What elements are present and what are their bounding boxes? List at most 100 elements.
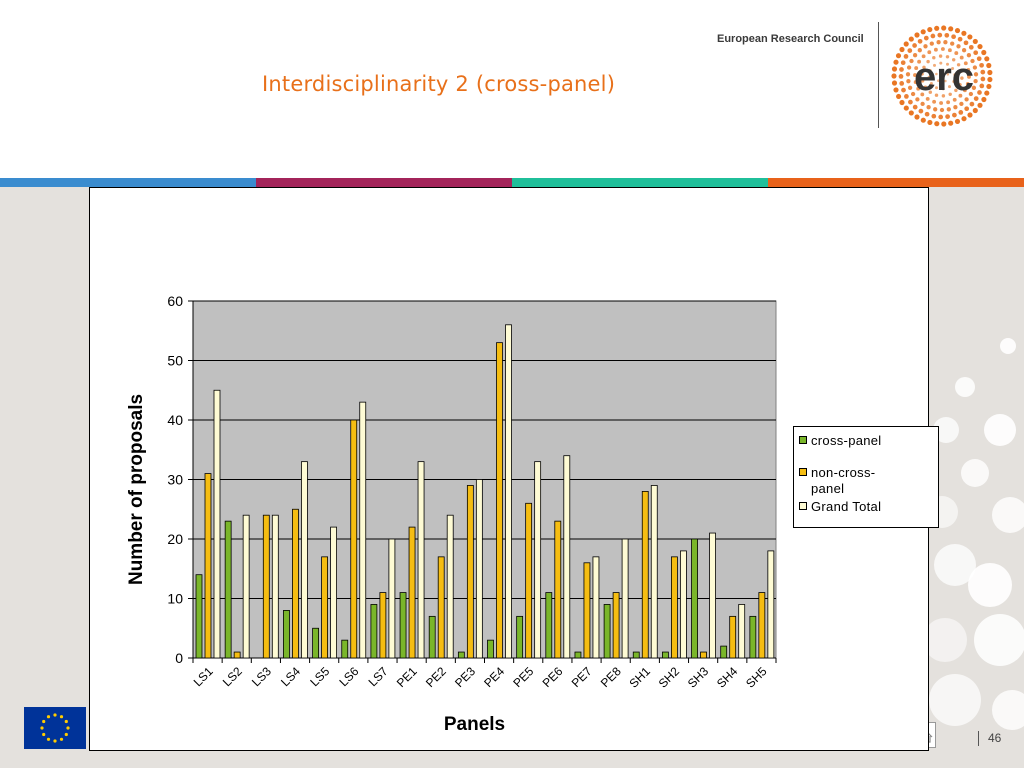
bar-2 <box>709 532 716 659</box>
legend-swatch <box>799 502 807 510</box>
bar-2 <box>592 556 600 659</box>
bar-2 <box>242 514 250 659</box>
bar-0 <box>283 609 290 659</box>
legend-label: cross-panel <box>811 433 882 448</box>
eu-star <box>46 737 51 741</box>
bar-1 <box>437 556 445 659</box>
x-tick-label: PE3 <box>452 664 478 690</box>
bar-1 <box>292 508 299 659</box>
bar-2 <box>621 538 629 659</box>
bar-2 <box>680 550 687 659</box>
legend-label: non-cross- panel <box>811 465 876 496</box>
bar-2 <box>446 514 454 659</box>
bar-2 <box>650 485 658 659</box>
bar-0 <box>691 538 698 659</box>
x-tick-label: LS5 <box>307 664 332 689</box>
bar-0 <box>632 651 640 659</box>
bar-2 <box>213 389 221 659</box>
bar-2 <box>767 550 775 659</box>
bar-1 <box>641 490 649 659</box>
x-tick-label: LS2 <box>220 664 245 689</box>
bar-0 <box>341 639 349 659</box>
eu-star <box>64 719 68 724</box>
chart-frame: 0 10 20 30 40 50 60 LS1 LS2 LS3 LS4 LS5 LS6 LS7 PE1 PE2… <box>89 187 939 751</box>
bar-0 <box>487 639 494 659</box>
bar-2 <box>301 461 308 659</box>
bar-1 <box>204 473 212 659</box>
legend-label: Grand Total <box>811 499 882 514</box>
bar-1 <box>525 502 533 659</box>
bar-1 <box>350 419 358 659</box>
y-tick-label: 40 <box>167 412 183 428</box>
eu-star <box>46 715 51 719</box>
y-tick-label: 20 <box>167 531 183 547</box>
bar-2 <box>475 479 483 659</box>
bar-0 <box>545 592 553 659</box>
x-tick-label: SH2 <box>656 664 683 691</box>
bar-0 <box>399 592 407 659</box>
y-tick-label: 60 <box>167 293 183 309</box>
bar-0 <box>312 627 320 659</box>
eu-star <box>59 715 64 719</box>
x-tick-label: SH5 <box>743 664 770 691</box>
bar-2 <box>417 461 425 659</box>
eu-star <box>64 732 68 737</box>
bar-0 <box>749 615 757 659</box>
eu-star <box>40 726 44 730</box>
eu-flag-icon <box>24 707 86 749</box>
x-tick-label: PE7 <box>569 664 595 690</box>
legend-swatch <box>799 436 807 444</box>
bar-2 <box>505 324 512 659</box>
eu-star <box>66 726 70 730</box>
eu-star <box>42 719 46 724</box>
bar-1 <box>700 651 707 659</box>
x-tick-label: SH4 <box>714 664 741 691</box>
bar-1 <box>233 651 241 659</box>
x-tick-label: PE8 <box>598 664 624 690</box>
x-tick-label: PE4 <box>481 664 507 690</box>
bar-0 <box>720 645 728 659</box>
eu-star <box>42 732 46 737</box>
x-tick-label: PE2 <box>423 664 449 690</box>
bar-1 <box>729 615 737 659</box>
legend-swatch <box>799 468 807 476</box>
x-tick-label: PE1 <box>394 664 420 690</box>
bar-2 <box>330 526 338 659</box>
bar-0 <box>224 520 232 659</box>
x-tick-label: LS7 <box>366 664 391 689</box>
x-tick-label: LS4 <box>278 664 303 689</box>
bar-1 <box>379 592 387 659</box>
legend-item: cross-panel <box>799 433 921 449</box>
bar-0 <box>662 651 669 659</box>
bar-1 <box>262 514 270 659</box>
y-tick-label: 10 <box>167 591 183 607</box>
y-axis-label: Number of proposals <box>126 394 147 585</box>
bar-1 <box>583 562 591 659</box>
bar-2 <box>738 604 746 659</box>
x-tick-label: SH1 <box>627 664 654 691</box>
x-tick-label: SH3 <box>685 664 712 691</box>
x-tick-label: PE6 <box>540 664 566 690</box>
page-number-separator <box>978 731 979 746</box>
y-tick-label: 50 <box>167 353 183 369</box>
legend-item: non-cross- panel <box>799 465 921 497</box>
bar-0 <box>516 615 524 659</box>
bar-1 <box>671 556 678 659</box>
bar-1 <box>466 485 474 659</box>
bar-1 <box>321 556 329 659</box>
bar-0 <box>574 651 582 659</box>
bar-0 <box>195 574 203 659</box>
bar-0 <box>370 604 378 659</box>
page-number: 46 <box>988 731 1002 745</box>
y-tick-label: 30 <box>167 472 183 488</box>
bar-0 <box>603 604 611 659</box>
bar-2 <box>271 514 279 659</box>
chart-legend: cross-panel non-cross- panel Grand Total <box>793 426 939 528</box>
bar-2 <box>388 538 396 659</box>
bar-1 <box>496 342 503 659</box>
eu-star <box>59 737 64 741</box>
bar-0 <box>457 651 465 659</box>
bar-1 <box>554 520 562 659</box>
bar-2 <box>534 461 542 659</box>
x-tick-label: LS1 <box>191 664 216 689</box>
